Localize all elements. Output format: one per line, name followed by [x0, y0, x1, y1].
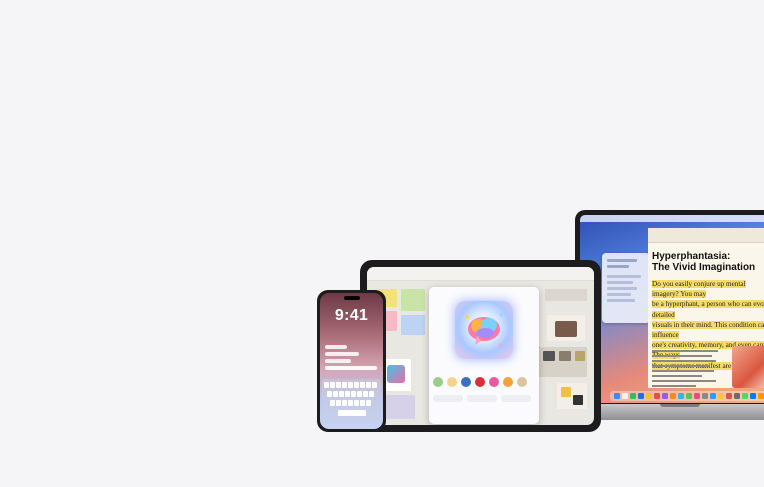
highlighted-text: be a hyperphant, a person who can evoke …: [652, 300, 764, 319]
macbook-dock: [610, 391, 764, 401]
macbook-base-notch: [660, 404, 700, 407]
ipad-screen: [367, 267, 594, 425]
macbook-menu-bar: [580, 215, 764, 222]
style-option-icon[interactable]: [461, 377, 471, 387]
devices-hero-stage: Hyperphantasia: The Vivid Imagination Do…: [0, 0, 764, 487]
highlighted-text: Do you easily conjure up mental imagery?…: [652, 280, 746, 299]
highlighted-text: visuals in their mind. This condition ca…: [652, 320, 764, 340]
style-option-icon[interactable]: [475, 377, 485, 387]
macbook-screen: Hyperphantasia: The Vivid Imagination Do…: [580, 215, 764, 403]
lock-screen-time: 9:41: [334, 307, 369, 324]
style-option-icon[interactable]: [503, 377, 513, 387]
message-bubble: [325, 345, 347, 349]
style-option-icon[interactable]: [447, 377, 457, 387]
pages-document-window: Hyperphantasia: The Vivid Imagination Do…: [648, 228, 764, 388]
message-bubble: [325, 352, 359, 356]
prompt-chip[interactable]: [501, 395, 531, 402]
message-bubble: [325, 359, 351, 363]
brain-icon: [465, 313, 503, 347]
writing-tools-panel: [602, 253, 650, 323]
style-option-icon[interactable]: [489, 377, 499, 387]
document-title-line2: The Vivid Imagination: [652, 262, 756, 273]
freeform-toolbar: [367, 267, 594, 281]
message-input[interactable]: [325, 366, 377, 370]
iphone-keyboard[interactable]: [322, 379, 381, 423]
dynamic-island: [344, 296, 360, 300]
prompt-chip[interactable]: [467, 395, 497, 402]
document-toolbar: [648, 228, 764, 243]
prompt-chip[interactable]: [433, 395, 463, 402]
style-option-icon[interactable]: [433, 377, 443, 387]
document-image: [732, 346, 764, 388]
iphone-screen: 9:41: [320, 293, 383, 429]
style-option-icon[interactable]: [517, 377, 527, 387]
generated-brain-image: [455, 301, 513, 359]
document-title-line1: Hyperphantasia:: [652, 251, 731, 262]
image-playground-sheet: [429, 287, 539, 424]
